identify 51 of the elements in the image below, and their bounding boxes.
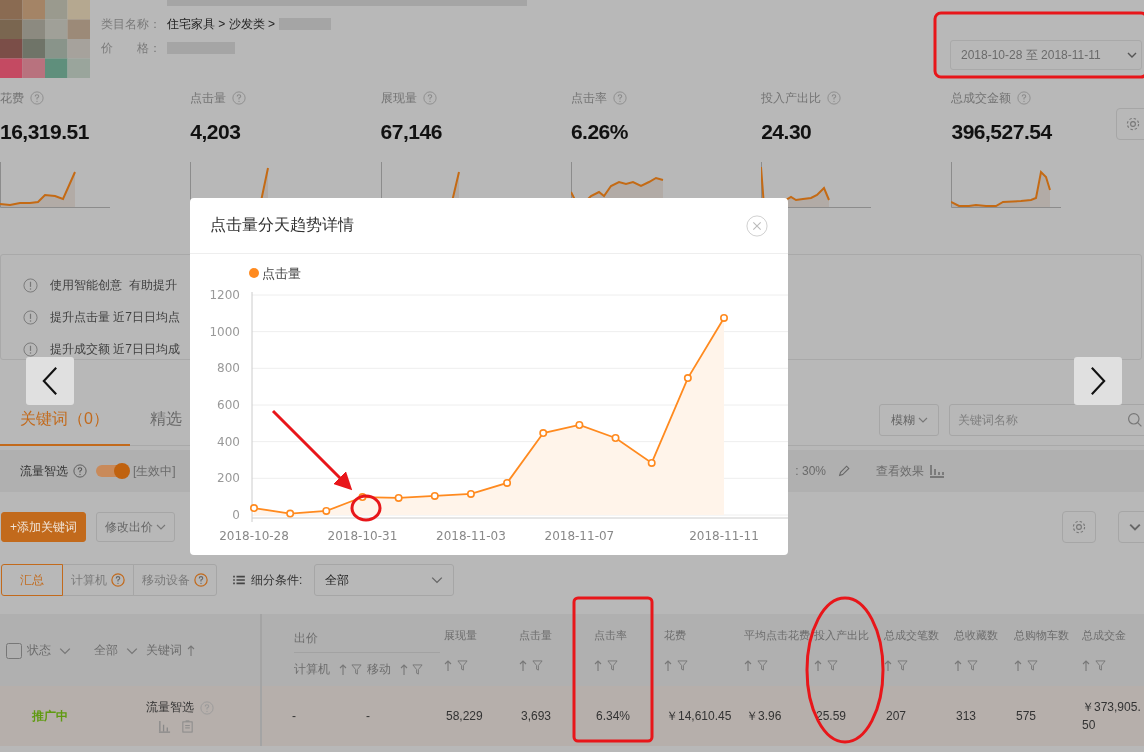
axis-label: 2018-10-31 [327,529,398,543]
status-text: [生效中] [133,462,176,480]
axis-label: 600 [217,398,240,412]
metric-label: 总成交金额 [951,89,1012,107]
axis-label: 1200 [209,288,240,302]
table-cell-text: 6.34% [596,708,631,725]
metric-label: 点击量 [190,89,227,107]
field-label: 类目名称： [101,15,162,33]
metric-value: 24.30 [761,120,812,144]
premium-text: : 30% [795,464,826,478]
axis-label: 400 [217,434,240,449]
axis-label: 2018-11-11 [689,529,759,543]
table-cell-text: ￥3.96 [746,708,782,725]
metric-value: 4,203 [190,120,241,144]
table-cell-text: 207 [886,708,907,725]
column-header: 出价 [294,630,440,653]
field-label: 价 格： [101,39,162,57]
table-cell-text: - [292,708,297,725]
tip-text: 提升点击量 近7日日均点 [50,308,180,326]
keyword-text: 流量智选 [146,699,194,716]
table-cell-text: 58,229 [446,708,483,725]
table-cell-text: 575 [1016,708,1037,725]
metric-label: 展现量 [380,89,417,107]
metric-value: 67,146 [380,120,442,144]
filter-label: 细分条件: [251,571,303,589]
axis-label: 2018-11-07 [544,529,615,543]
metric-value: 396,527.54 [951,120,1052,144]
metric-value: 16,319.51 [0,120,89,144]
tip-text: 使用智能创意 有助提升 [50,276,177,294]
metric-value: 6.26% [570,120,628,144]
legend-label: 点击量 [262,266,301,281]
table-cell-text: 313 [956,708,977,725]
dialog-title: 点击量分天趋势详情 [210,215,354,235]
axis-label: 200 [217,471,240,486]
metric-label: 花费 [0,89,24,107]
table-cell-text: ￥373,905.50 [1082,699,1142,734]
category-path: 住宅家具 > 沙发类 > [167,15,276,33]
table-cell-text: - [366,708,371,725]
axis-label: 1000 [209,324,240,339]
axis-label: 800 [217,361,240,376]
metric-label: 点击率 [570,89,607,107]
axis-label: 2018-10-28 [219,529,289,543]
table-cell-text: 25.59 [816,708,847,725]
tip-text: 提升成交额 近7日日均成 [50,340,180,358]
axis-label: 0 [232,508,240,522]
table-cell-text: ￥14,610.45 [666,708,732,725]
axis-label: 2018-11-03 [436,529,506,543]
metric-label: 投入产出比 [761,89,822,107]
status-text: 推广中 [31,707,68,725]
table-cell-text: 3,693 [521,708,552,725]
feature-label: 流量智选 [20,462,68,480]
